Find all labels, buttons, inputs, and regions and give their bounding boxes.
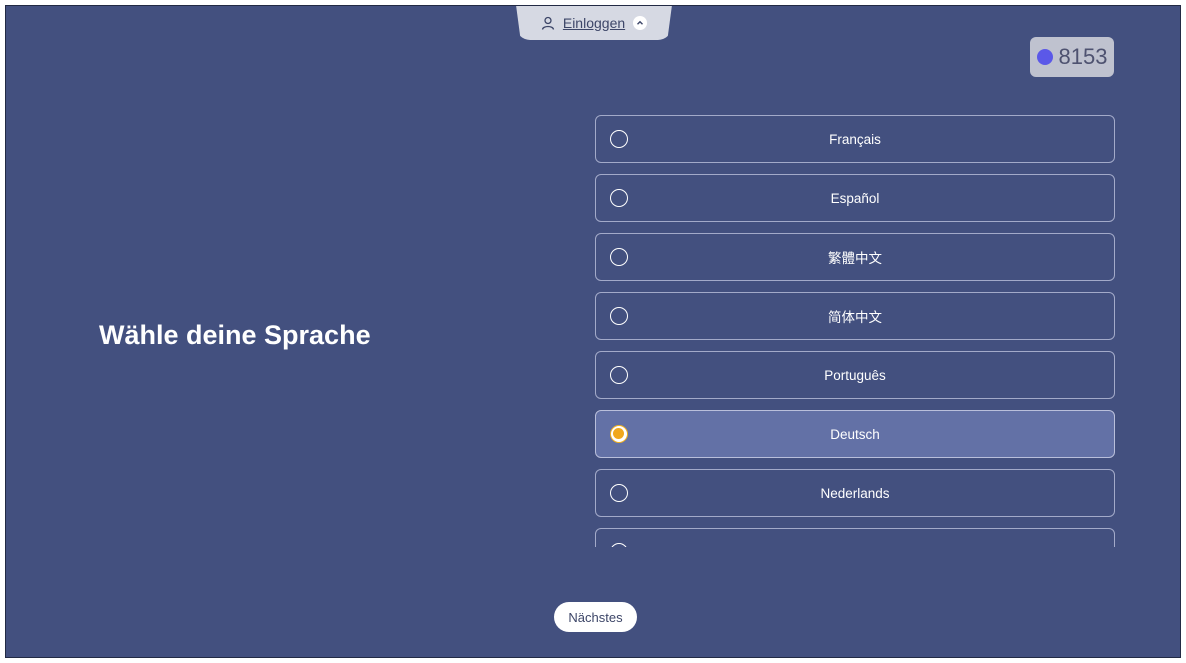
radio-button-selected[interactable] [610, 425, 628, 443]
app-screen: Einloggen 8153 Wähle deine Sprache Franç… [5, 5, 1181, 658]
status-dot [1036, 49, 1053, 65]
radio-button[interactable] [610, 366, 628, 384]
counter-value: 8153 [1058, 44, 1108, 69]
page-title: Wähle deine Sprache [99, 320, 371, 350]
next-button[interactable]: Nächstes [554, 602, 637, 632]
language-option-german[interactable]: Deutsch [595, 410, 1115, 458]
language-option-portuguese[interactable]: Português [595, 351, 1115, 399]
language-option-spanish[interactable]: Español [595, 174, 1115, 222]
language-label: Português [824, 367, 886, 383]
radio-button[interactable] [610, 248, 628, 266]
language-label: 繁體中文 [828, 251, 882, 266]
user-icon [541, 16, 555, 30]
language-label: Nederlands [820, 485, 890, 501]
counter-badge: 8153 [1030, 37, 1114, 77]
language-option-partial[interactable] [595, 528, 1115, 547]
language-label: 简体中文 [828, 310, 882, 325]
login-link[interactable]: Einloggen [563, 15, 625, 31]
radio-button[interactable] [610, 307, 628, 325]
radio-button[interactable] [610, 484, 628, 502]
radio-button[interactable] [610, 189, 628, 207]
language-option-simplified-chinese[interactable]: 简体中文 [595, 292, 1115, 340]
chevron-up-icon[interactable] [633, 15, 648, 30]
language-option-dutch[interactable]: Nederlands [595, 469, 1115, 517]
language-label: Deutsch [830, 426, 880, 442]
language-label: Français [829, 131, 881, 147]
radio-button[interactable] [610, 130, 628, 148]
language-option-french[interactable]: Français [595, 115, 1115, 163]
radio-button[interactable] [610, 543, 628, 547]
login-tab[interactable]: Einloggen [516, 6, 672, 40]
language-option-traditional-chinese[interactable]: 繁體中文 [595, 233, 1115, 281]
language-label: Español [830, 190, 880, 206]
language-list[interactable]: Français Español 繁體中文 简体中文 Português Deu… [595, 115, 1115, 547]
